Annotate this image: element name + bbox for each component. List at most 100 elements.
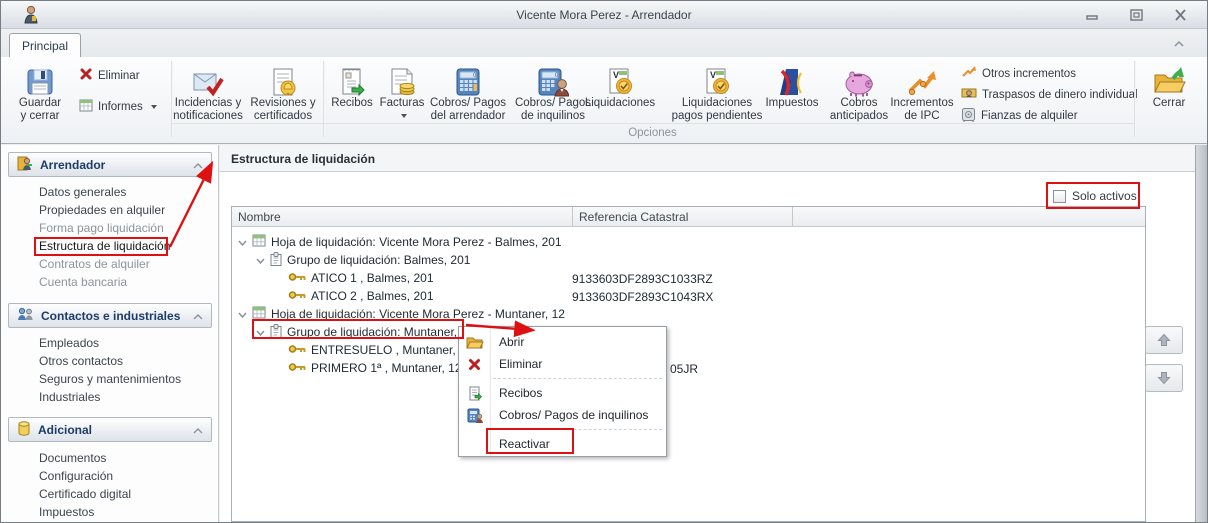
catastral-ref: 9133603DF2893C1033RZ [572,272,713,286]
svg-text:V: V [613,70,619,80]
sidebar-item-contratos-de-alquiler[interactable]: Contratos de alquiler [39,257,150,271]
sidebar-item-configuracion[interactable]: Configuración [39,469,113,483]
otros-incrementos-button[interactable]: Otros incrementos [961,65,1076,82]
catastral-ref: 9133603DF2893C1043RX [572,290,714,304]
key-icon [288,343,306,357]
tree-grid: Nombre Referencia Catastral Hoja de liqu… [231,206,1146,522]
expand-chevron-icon[interactable] [256,325,265,339]
receipt-icon [325,61,379,97]
solo-activos-checkbox-row[interactable]: Solo activos [1053,189,1137,203]
group-clipboard-icon [270,251,282,269]
menu-separator [493,429,662,430]
notes-bell-icon [243,61,323,97]
expand-chevron-icon[interactable] [256,253,265,267]
sidebar-item-otros-contactos[interactable]: Otros contactos [39,354,123,368]
expand-chevron-icon[interactable] [238,235,247,249]
sidebar-group-arrendador[interactable]: Arrendador [8,152,212,177]
mail-check-icon [168,61,248,97]
sidebar-item-seguros-y-mantenimientos[interactable]: Seguros y mantenimientos [39,372,181,386]
sheet-icon [252,234,266,250]
tax-agency-icon [757,61,827,97]
menu-item-cobros-pagos-inquilinos[interactable]: Cobros/ Pagos de inquilinos [459,404,666,426]
column-header-nombre[interactable]: Nombre [238,210,281,224]
expand-chevron-icon[interactable] [238,307,247,321]
tree-row-entresuelo[interactable]: ENTRESUELO , Muntaner, 12 [288,341,472,359]
guardar-y-cerrar-button[interactable]: Guardar y cerrar [11,61,69,123]
tree-row-atico-1[interactable]: ATICO 1 , Balmes, 201 [288,269,434,287]
menu-item-eliminar[interactable]: Eliminar [459,353,666,375]
minimize-button[interactable] [1083,7,1101,22]
key-icon [288,271,306,285]
arrow-down-icon [1157,372,1171,385]
money-transfer-icon [961,86,977,103]
key-icon [288,289,306,303]
sidebar-item-forma-pago-liquidacion[interactable]: Forma pago liquidación [39,221,164,235]
receipt-icon [459,386,490,401]
dropdown-caret-icon [150,105,157,109]
menu-item-reactivar[interactable]: Reactivar [459,433,666,455]
sidebar-item-cuenta-bancaria[interactable]: Cuenta bancaria [39,275,127,289]
save-icon [11,61,69,97]
ribbon-group-caption: Opciones [171,123,1134,139]
ribbon: Guardar y cerrar Eliminar Informes Incid… [1,57,1207,144]
incidencias-y-notificaciones-button[interactable]: Incidencias y notificaciones [168,61,248,123]
sidebar-item-industriales[interactable]: Industriales [39,390,100,404]
ribbon-collapse-chevron-icon[interactable] [1173,37,1185,51]
delete-x-icon [79,67,93,84]
move-down-button[interactable] [1145,364,1183,392]
sidebar-item-estructura-de-liquidacion[interactable]: Estructura de liquidación [39,239,170,253]
page-title: Estructura de liquidación [231,152,376,166]
solo-activos-label: Solo activos [1072,189,1137,203]
sidebar-group-contactos-e-industriales[interactable]: Contactos e industriales [8,303,212,328]
content-title-bar: Estructura de liquidación [220,145,1195,172]
sidebar-item-certificado-digital[interactable]: Certificado digital [39,487,131,501]
sidebar-item-empleados[interactable]: Empleados [39,336,99,350]
key-icon [288,361,306,375]
open-folder-icon [459,335,490,349]
grid-header: Nombre Referencia Catastral [232,207,1145,227]
traspasos-de-dinero-individual-button[interactable]: Traspasos de dinero individual [961,86,1138,103]
solo-activos-checkbox[interactable] [1053,189,1066,203]
incrementos-de-ipc-button[interactable]: Incrementos de IPC [884,61,960,123]
landlord-icon [17,156,33,174]
impuestos-button[interactable]: Impuestos [757,61,827,110]
tree-row-primero-1a[interactable]: PRIMERO 1ª , Muntaner, 12 [288,359,462,377]
sidebar-group-adicional[interactable]: Adicional [8,417,212,442]
tree-row-grupo-balmes[interactable]: Grupo de liquidación: Balmes, 201 [256,251,470,269]
group-clipboard-icon [270,323,282,341]
menu-item-abrir[interactable]: Abrir [459,331,666,353]
arrow-up-icon [1157,333,1171,346]
liquidaciones-pagos-pendientes-button[interactable]: V Liquidaciones pagos pendientes [663,61,771,123]
sidebar-item-documentos[interactable]: Documentos [39,451,106,465]
sidebar-item-datos-generales[interactable]: Datos generales [39,185,126,199]
menu-item-recibos[interactable]: Recibos [459,382,666,404]
ribbon-tab-bar: Principal [1,29,1207,57]
column-header-referencia-catastral[interactable]: Referencia Catastral [579,210,688,224]
increase-arrows-small-icon [961,65,977,82]
context-menu: Abrir Eliminar Recibos Cobros/ Pagos de … [458,326,667,457]
chevron-up-icon [193,158,203,172]
report-table-icon [79,99,93,115]
tree-row-grupo-muntaner[interactable]: Grupo de liquidación: Muntaner, 12 [256,323,474,341]
tree-row-hoja-muntaner[interactable]: Hoja de liquidación: Vicente Mora Perez … [238,305,565,323]
liquidation-rosette-icon: V [663,61,771,97]
sidebar: Arrendador Datos generales Propiedades e… [1,145,219,522]
sidebar-item-impuestos[interactable]: Impuestos [39,505,94,519]
cerrar-button[interactable]: Cerrar [1140,61,1198,110]
tab-principal[interactable]: Principal [9,33,81,57]
eliminar-button[interactable]: Eliminar [79,67,140,84]
catastral-ref-partial: 05JR [670,362,699,376]
restore-button[interactable] [1127,7,1145,22]
tree-row-atico-2[interactable]: ATICO 2 , Balmes, 201 [288,287,434,305]
tree-row-hoja-balmes[interactable]: Hoja de liquidación: Vicente Mora Perez … [238,233,562,251]
database-cylinder-icon [17,420,31,439]
revisiones-y-certificados-button[interactable]: Revisiones y certificados [243,61,323,123]
close-button[interactable] [1171,7,1189,22]
sidebar-item-propiedades-en-alquiler[interactable]: Propiedades en alquiler [39,203,165,217]
cobros-pagos-del-arrendador-button[interactable]: 0 Cobros/ Pagos del arrendador [420,61,516,123]
delete-x-icon [459,358,490,371]
liquidaciones-button[interactable]: V Liquidaciones [579,61,661,110]
move-up-button[interactable] [1145,326,1183,354]
informes-button[interactable]: Informes [79,99,157,115]
recibos-button[interactable]: Recibos [325,61,379,110]
